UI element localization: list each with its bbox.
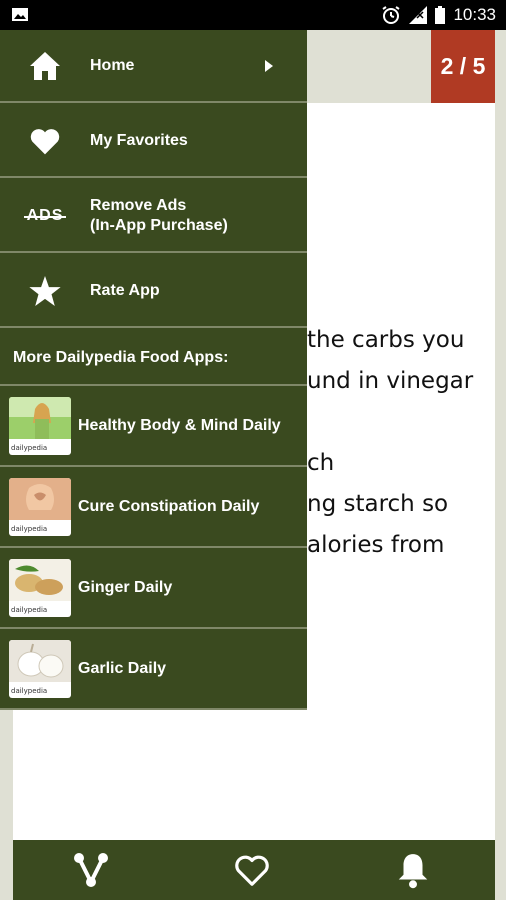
belly-image xyxy=(9,477,71,520)
battery-icon xyxy=(435,6,446,24)
app-thumbnail: dailypedia xyxy=(9,477,71,536)
share-icon xyxy=(74,853,108,887)
menu-item-label: Remove Ads (In-App Purchase) xyxy=(90,196,228,234)
app-item-label: Cure Constipation Daily xyxy=(78,497,260,515)
favorite-button[interactable] xyxy=(232,850,272,890)
app-item-label: Garlic Daily xyxy=(78,659,167,677)
article-line: ng starch so xyxy=(307,491,449,517)
notifications-button[interactable] xyxy=(393,850,433,890)
app-thumbnail: dailypedia xyxy=(9,396,71,455)
status-bar: 10:33 xyxy=(0,0,506,30)
section-title: More Dailypedia Food Apps: xyxy=(0,332,307,386)
app-thumbnail: dailypedia xyxy=(9,639,71,698)
article-line: ch xyxy=(307,450,335,476)
app-item-label: Healthy Body & Mind Daily xyxy=(78,416,281,434)
brand-label: dailypedia xyxy=(11,605,48,614)
brand-label: dailypedia xyxy=(11,443,48,452)
heart-icon xyxy=(30,128,60,154)
menu-item-favorites[interactable]: My Favorites xyxy=(0,105,307,178)
home-icon xyxy=(30,51,60,80)
app-thumbnail: dailypedia xyxy=(9,558,71,617)
alarm-icon xyxy=(382,6,401,24)
menu-item-label: Rate App xyxy=(90,281,160,299)
bell-icon xyxy=(398,854,428,889)
chevron-right-icon xyxy=(265,60,273,72)
brand-label: dailypedia xyxy=(11,524,48,533)
article-line: the carbs you xyxy=(307,327,465,353)
app-item-label: Ginger Daily xyxy=(78,578,173,596)
menu-item-label: Home xyxy=(90,56,135,74)
heart-outline-icon xyxy=(235,855,269,886)
woman-meadow-image xyxy=(9,396,71,439)
app-item-cure-constipation[interactable]: dailypedia Cure Constipation Daily xyxy=(0,467,307,548)
app-item-ginger[interactable]: dailypedia Ginger Daily xyxy=(0,548,307,629)
share-button[interactable] xyxy=(71,850,111,890)
app-item-healthy-body[interactable]: dailypedia Healthy Body & Mind Daily xyxy=(0,386,307,467)
app-item-garlic[interactable]: dailypedia Garlic Daily xyxy=(0,629,307,710)
clock: 10:33 xyxy=(453,5,496,24)
star-icon xyxy=(29,275,61,306)
page-counter: 2 / 5 xyxy=(431,30,495,103)
menu-item-home[interactable]: Home xyxy=(0,30,307,103)
navigation-drawer: Home My Favorites ADS Remove Ads (In-App… xyxy=(0,30,307,710)
menu-item-rate-app[interactable]: Rate App xyxy=(0,255,307,328)
no-ads-icon: ADS xyxy=(23,207,67,225)
ginger-image xyxy=(9,558,71,601)
article-line: und in vinegar xyxy=(307,368,474,394)
article-line: alories from xyxy=(307,532,445,558)
menu-item-label: My Favorites xyxy=(90,131,188,149)
menu-item-remove-ads[interactable]: ADS Remove Ads (In-App Purchase) xyxy=(0,180,307,253)
garlic-image xyxy=(9,639,71,682)
bottom-action-bar xyxy=(13,840,495,900)
image-notification-icon xyxy=(12,8,28,21)
signal-icon xyxy=(409,6,428,24)
brand-label: dailypedia xyxy=(11,686,48,695)
